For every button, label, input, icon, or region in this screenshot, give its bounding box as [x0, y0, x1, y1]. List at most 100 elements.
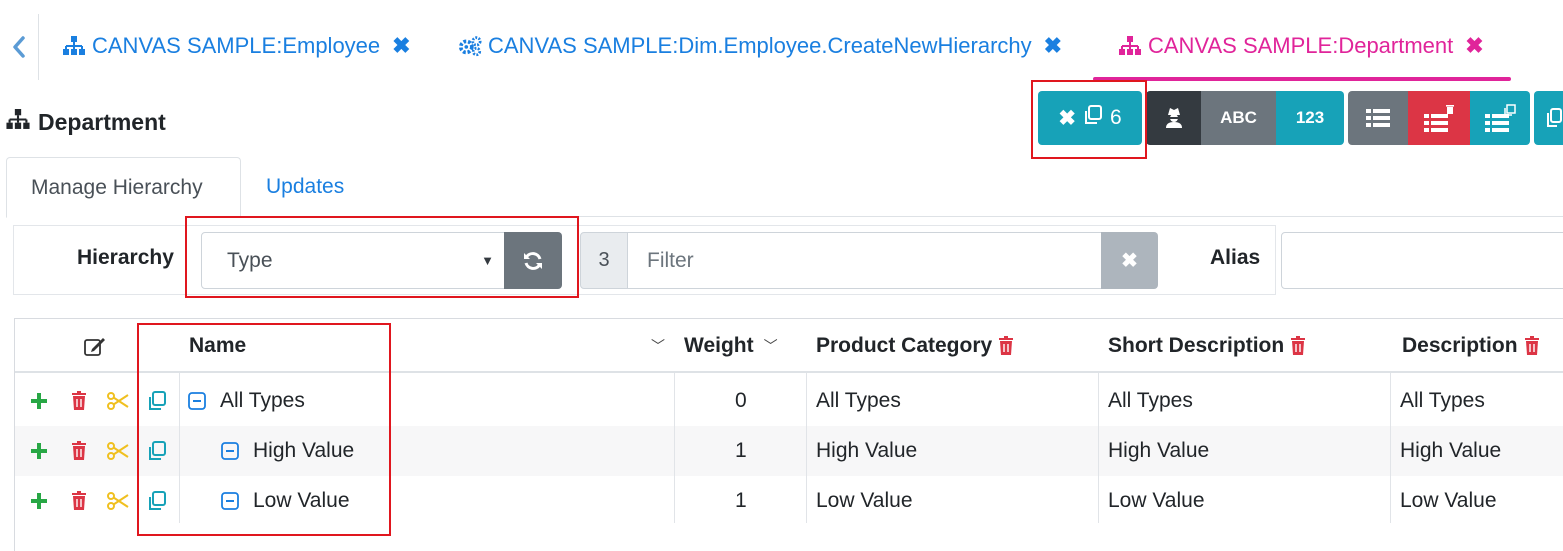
hierarchy-label: Hierarchy: [77, 246, 174, 269]
name-cell: All Types: [220, 389, 305, 412]
tab-employee[interactable]: CANVAS SAMPLE:Employee ✖: [62, 30, 411, 62]
hierarchy-grid: Name ﹀ Weight ﹀ Product Category Short D…: [14, 318, 1563, 551]
column-label: Short Description: [1108, 334, 1285, 357]
trash-icon[interactable]: [998, 336, 1014, 356]
column-label: Weight: [684, 334, 754, 357]
description-cell: All Types: [1400, 389, 1485, 412]
column-header-short-description[interactable]: Short Description: [1108, 319, 1306, 373]
cut-icon[interactable]: [107, 389, 129, 413]
cut-icon[interactable]: [107, 489, 129, 513]
product-category-cell: All Types: [816, 389, 901, 412]
trash-icon[interactable]: [1290, 336, 1306, 356]
tab-label: CANVAS SAMPLE:Dim.Employee.CreateNewHier…: [488, 33, 1032, 58]
tab-label: CANVAS SAMPLE:Department: [1148, 33, 1454, 58]
tab-label: CANVAS SAMPLE:Employee: [92, 33, 381, 58]
hierarchy-select[interactable]: Type ▼: [201, 232, 505, 289]
copy-icon: [1082, 104, 1104, 132]
hierarchy-icon: [6, 108, 30, 136]
column-label: Description: [1402, 334, 1518, 357]
chevron-left-icon: [13, 36, 25, 58]
add-icon[interactable]: [28, 389, 50, 413]
edit-icon[interactable]: [83, 319, 107, 373]
short-description-cell: Low Value: [1108, 489, 1205, 512]
product-category-cell: High Value: [816, 439, 918, 462]
name-cell: Low Value: [253, 489, 350, 512]
copy-count: 6: [1109, 106, 1122, 129]
sub-tab-bar: Manage Hierarchy Updates: [6, 157, 1563, 218]
column-header-product-category[interactable]: Product Category: [816, 319, 1014, 373]
filter-count-badge: 3: [580, 232, 628, 289]
column-header-description[interactable]: Description: [1402, 319, 1540, 373]
alias-input[interactable]: [1281, 232, 1563, 289]
copy-icon[interactable]: [146, 389, 168, 413]
column-label: Product Category: [816, 334, 993, 357]
abc-button[interactable]: ABC: [1201, 91, 1276, 145]
description-cell: Low Value: [1400, 489, 1497, 512]
tab-manage-hierarchy[interactable]: Manage Hierarchy: [6, 157, 241, 218]
close-icon: ✖: [1058, 106, 1076, 130]
copy-icon[interactable]: [146, 489, 168, 513]
trash-icon[interactable]: [1524, 336, 1540, 356]
table-row[interactable]: All Types 0 All Types All Types All Type…: [15, 376, 1563, 426]
hierarchy-icon: [1118, 34, 1142, 58]
column-header-name[interactable]: Name: [189, 319, 246, 373]
column-divider: [1390, 373, 1391, 523]
trash-icon[interactable]: [68, 389, 90, 413]
number-button[interactable]: 123: [1276, 91, 1344, 145]
column-divider: [806, 373, 807, 523]
copy-icon: [1547, 108, 1562, 127]
column-divider: [1098, 373, 1099, 523]
refresh-hierarchy-button[interactable]: [504, 232, 562, 289]
close-icon[interactable]: ✖: [1465, 33, 1483, 59]
list-view-button[interactable]: [1348, 91, 1408, 145]
tab-create-new-hierarchy[interactable]: CANVAS SAMPLE:Dim.Employee.CreateNewHier…: [458, 30, 1062, 62]
delete-list-button[interactable]: [1408, 91, 1470, 145]
column-header-weight[interactable]: Weight ﹀: [684, 319, 778, 373]
table-row[interactable]: Low Value 1 Low Value Low Value Low Valu…: [15, 476, 1563, 526]
copy-icon[interactable]: [146, 439, 168, 463]
short-description-cell: High Value: [1108, 439, 1210, 462]
name-cell: High Value: [253, 439, 355, 462]
product-category-cell: Low Value: [816, 489, 913, 512]
refresh-icon: [524, 251, 542, 270]
table-row[interactable]: High Value 1 High Value High Value High …: [15, 426, 1563, 476]
add-icon[interactable]: [28, 489, 50, 513]
trash-icon[interactable]: [68, 439, 90, 463]
document-tab-bar: CANVAS SAMPLE:Employee ✖ CANVAS SAMPLE:D…: [0, 0, 1563, 84]
trash-icon[interactable]: [68, 489, 90, 513]
column-divider: [179, 373, 180, 523]
copy-button[interactable]: [1534, 91, 1563, 145]
cut-icon[interactable]: [107, 439, 129, 463]
collapse-node-icon[interactable]: [221, 476, 239, 526]
tab-updates[interactable]: Updates: [242, 157, 368, 217]
weight-cell: 0: [735, 389, 747, 412]
list-copy-icon: [1485, 104, 1516, 132]
secret-agent-button[interactable]: [1146, 91, 1201, 145]
alias-label: Alias: [1210, 246, 1261, 269]
tabs-scroll-left-button[interactable]: [8, 32, 30, 62]
column-label: Name: [189, 334, 247, 357]
filter-input[interactable]: Filter: [627, 232, 1102, 289]
add-icon[interactable]: [28, 439, 50, 463]
close-icon[interactable]: ✖: [1044, 33, 1062, 59]
short-description-cell: All Types: [1108, 389, 1193, 412]
tab-divider: [38, 14, 39, 80]
name-sort-chevron-icon[interactable]: ﹀: [641, 319, 665, 373]
description-cell: High Value: [1400, 439, 1502, 462]
copy-list-button[interactable]: [1470, 91, 1530, 145]
clear-copies-button[interactable]: ✖ 6: [1038, 91, 1142, 145]
column-divider: [674, 373, 675, 523]
collapse-node-icon[interactable]: [221, 426, 239, 476]
user-secret-icon: [1165, 108, 1182, 128]
page-title: Department: [6, 108, 166, 136]
grid-header: Name ﹀ Weight ﹀ Product Category Short D…: [15, 319, 1563, 373]
list-icon: [1366, 109, 1390, 127]
clear-filter-button[interactable]: ✖: [1101, 232, 1158, 289]
tab-department[interactable]: CANVAS SAMPLE:Department ✖: [1118, 30, 1484, 62]
collapse-node-icon[interactable]: [188, 376, 206, 426]
chevron-down-icon[interactable]: ﹀: [764, 336, 778, 356]
weight-cell: 1: [735, 439, 747, 462]
close-icon[interactable]: ✖: [392, 33, 410, 59]
caret-down-icon: ▼: [481, 253, 494, 268]
close-icon: ✖: [1121, 250, 1138, 272]
